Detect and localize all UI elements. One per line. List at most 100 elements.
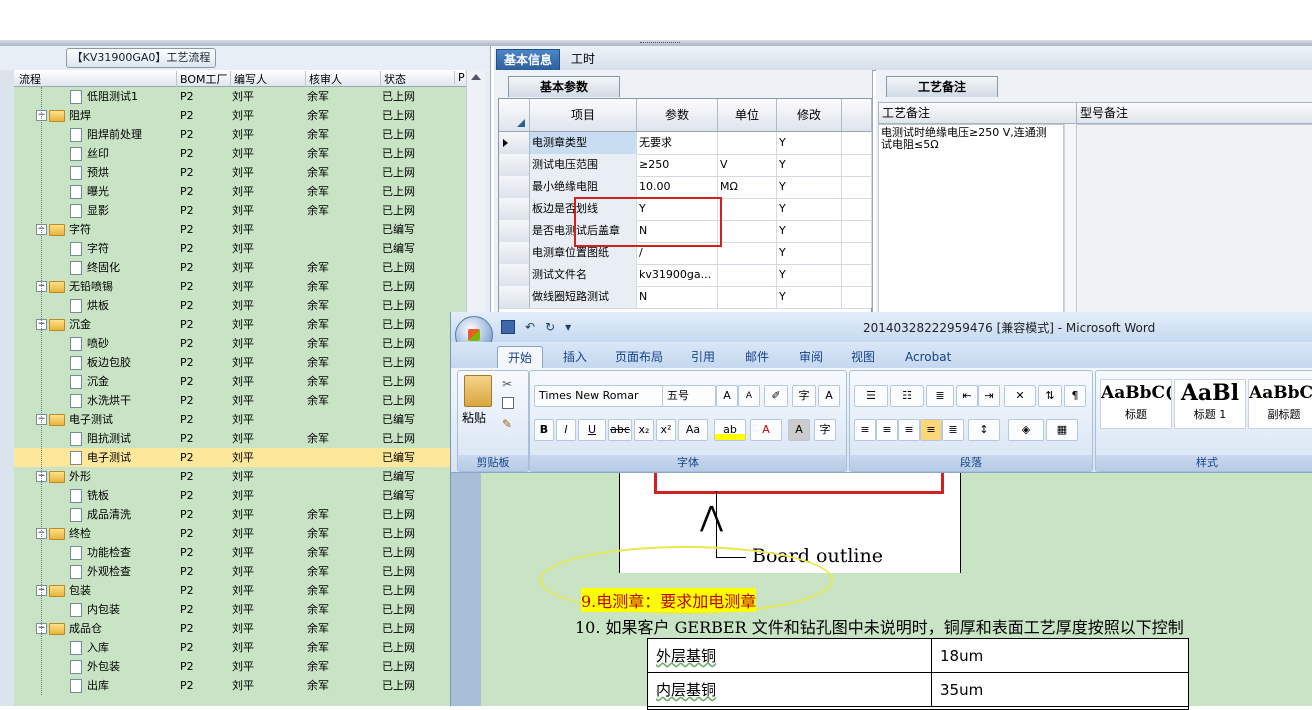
- doc-line-10[interactable]: 10. 如果客户 GERBER 文件和钻孔图中未说明时，铜厚和表面工艺厚度按照以…: [575, 614, 1184, 638]
- justify-icon[interactable]: ≡: [920, 419, 942, 441]
- tree-node[interactable]: 阻抗测试: [70, 429, 131, 448]
- tree-row[interactable]: 终固化 P2 刘平 余军 已上网: [14, 258, 466, 277]
- undo-icon[interactable]: ↶: [525, 320, 535, 334]
- tree-row[interactable]: 板边包胶 P2 刘平 余军 已上网: [14, 353, 466, 372]
- tree-node[interactable]: − 无铅喷锡: [36, 277, 113, 296]
- tab-mailings[interactable]: 邮件: [735, 346, 779, 368]
- tab-layout[interactable]: 页面布局: [605, 346, 673, 368]
- row-header[interactable]: [499, 242, 530, 264]
- param-edit[interactable]: Y: [777, 176, 842, 198]
- tree-row[interactable]: − 包装 P2 刘平 余军 已上网: [14, 581, 466, 600]
- tree-row[interactable]: 铣板 P2 刘平 已编写: [14, 486, 466, 505]
- tree-node[interactable]: 低阻测试1: [70, 87, 138, 106]
- subscript-icon[interactable]: x₂: [634, 419, 654, 441]
- tree-row[interactable]: 水洗烘干 P2 刘平 余军 已上网: [14, 391, 466, 410]
- tree-row[interactable]: 入库 P2 刘平 余军 已上网: [14, 638, 466, 657]
- style-subtitle[interactable]: AaBbC( 副标题: [1248, 379, 1312, 429]
- param-unit[interactable]: [718, 242, 777, 264]
- param-edit[interactable]: Y: [777, 264, 842, 286]
- tree-node[interactable]: − 外形: [36, 467, 91, 486]
- col-writer[interactable]: 编写人: [230, 71, 267, 87]
- row-header[interactable]: [499, 286, 530, 308]
- param-edit[interactable]: Y: [777, 154, 842, 176]
- row-header[interactable]: [499, 176, 530, 198]
- paste-button[interactable]: 粘贴: [462, 409, 486, 426]
- param-param[interactable]: 无要求: [637, 132, 718, 154]
- param-row[interactable]: 最小绝缘电阻 10.00 MΩ Y: [499, 176, 872, 199]
- font-name-select[interactable]: Times New Romar: [534, 385, 664, 407]
- col-status[interactable]: 状态: [380, 71, 406, 87]
- bold-icon[interactable]: B: [534, 419, 554, 441]
- table-cell[interactable]: 外层基铜: [648, 639, 932, 673]
- row-header[interactable]: [499, 132, 530, 154]
- tree-node[interactable]: 板边包胶: [70, 353, 131, 372]
- tree-row[interactable]: 电子测试 P2 刘平 已编写: [14, 448, 466, 467]
- tree-node[interactable]: 阻焊前处理: [70, 125, 142, 144]
- text-direction-icon[interactable]: ✕: [1004, 385, 1036, 407]
- bullets-icon[interactable]: ☰: [854, 385, 888, 407]
- grow-font-icon[interactable]: A: [716, 385, 738, 407]
- shrink-font-icon[interactable]: A: [738, 385, 760, 407]
- col-reviewer[interactable]: 核审人: [305, 71, 342, 87]
- align-center-icon[interactable]: ≡: [876, 419, 898, 441]
- process-remark-text[interactable]: 电测试时绝缘电压≥250 V,连通测试电阻≤5Ω: [878, 124, 1064, 320]
- tree-node[interactable]: 预烘: [70, 163, 109, 182]
- col-item[interactable]: 项目: [530, 99, 637, 132]
- table-cell[interactable]: 内层基铜: [648, 673, 932, 707]
- param-row[interactable]: 电测章类型 无要求 Y: [499, 132, 872, 155]
- tree-node[interactable]: − 阻焊: [36, 106, 91, 125]
- tree-node[interactable]: − 成品仓: [36, 619, 102, 638]
- enclose-char-icon[interactable]: 字: [814, 419, 836, 441]
- tab-process-remark[interactable]: 工艺备注: [886, 76, 998, 97]
- tree-node[interactable]: 喷砂: [70, 334, 109, 353]
- col-param[interactable]: 参数: [637, 99, 718, 132]
- tree-node[interactable]: 显影: [70, 201, 109, 220]
- change-case-icon[interactable]: Aa: [678, 419, 708, 441]
- tree-row[interactable]: 曝光 P2 刘平 余军 已上网: [14, 182, 466, 201]
- tab-acrobat[interactable]: Acrobat: [895, 346, 961, 368]
- shading-icon[interactable]: ◈: [1008, 419, 1044, 441]
- clear-format-icon[interactable]: ✐: [764, 385, 788, 407]
- customize-qat-icon[interactable]: ▾: [565, 320, 571, 334]
- tree-node[interactable]: 功能检查: [70, 543, 131, 562]
- tree-node[interactable]: 字符: [70, 239, 109, 258]
- char-border-icon[interactable]: A: [818, 385, 840, 407]
- format-painter-icon[interactable]: ✎: [502, 417, 512, 431]
- scroll-up-icon[interactable]: [471, 74, 481, 80]
- tree-row[interactable]: 内包装 P2 刘平 余军 已上网: [14, 600, 466, 619]
- tree-node[interactable]: 水洗烘干: [70, 391, 131, 410]
- tree-node[interactable]: 铣板: [70, 486, 109, 505]
- decrease-indent-icon[interactable]: ⇤: [956, 385, 978, 407]
- tree-node[interactable]: − 包装: [36, 581, 91, 600]
- param-unit[interactable]: [718, 132, 777, 154]
- param-unit[interactable]: [718, 198, 777, 220]
- param-edit[interactable]: Y: [777, 132, 842, 154]
- param-param[interactable]: ≥250: [637, 154, 718, 176]
- param-unit[interactable]: [718, 264, 777, 286]
- increase-indent-icon[interactable]: ⇥: [978, 385, 1000, 407]
- tree-node[interactable]: − 字符: [36, 220, 91, 239]
- tree-row[interactable]: 烘板 P2 刘平 余军 已上网: [14, 296, 466, 315]
- numbering-icon[interactable]: ☷: [890, 385, 924, 407]
- param-param[interactable]: 10.00: [637, 176, 718, 198]
- borders-icon[interactable]: ▦: [1046, 419, 1078, 441]
- tree-row[interactable]: 外观检查 P2 刘平 余军 已上网: [14, 562, 466, 581]
- tree-row[interactable]: 预烘 P2 刘平 余军 已上网: [14, 163, 466, 182]
- align-right-icon[interactable]: ≡: [898, 419, 920, 441]
- tree-row[interactable]: 显影 P2 刘平 余军 已上网: [14, 201, 466, 220]
- strikethrough-icon[interactable]: abc: [608, 419, 632, 441]
- char-shading-icon[interactable]: A: [788, 419, 810, 441]
- tree-node[interactable]: 成品清洗: [70, 505, 131, 524]
- table-cell[interactable]: 35um: [932, 673, 1188, 707]
- tree-node[interactable]: 外观检查: [70, 562, 131, 581]
- tree-node[interactable]: 丝印: [70, 144, 109, 163]
- tab-references[interactable]: 引用: [681, 346, 725, 368]
- align-left-icon[interactable]: ≡: [854, 419, 876, 441]
- row-header[interactable]: [499, 220, 530, 242]
- tree-row[interactable]: − 成品仓 P2 刘平 余军 已上网: [14, 619, 466, 638]
- tree-row[interactable]: 字符 P2 刘平 已编写: [14, 239, 466, 258]
- paste-icon[interactable]: [464, 375, 492, 407]
- col-flow[interactable]: 流程: [16, 71, 41, 87]
- tree-node[interactable]: 入库: [70, 638, 109, 657]
- underline-icon[interactable]: U: [578, 419, 606, 441]
